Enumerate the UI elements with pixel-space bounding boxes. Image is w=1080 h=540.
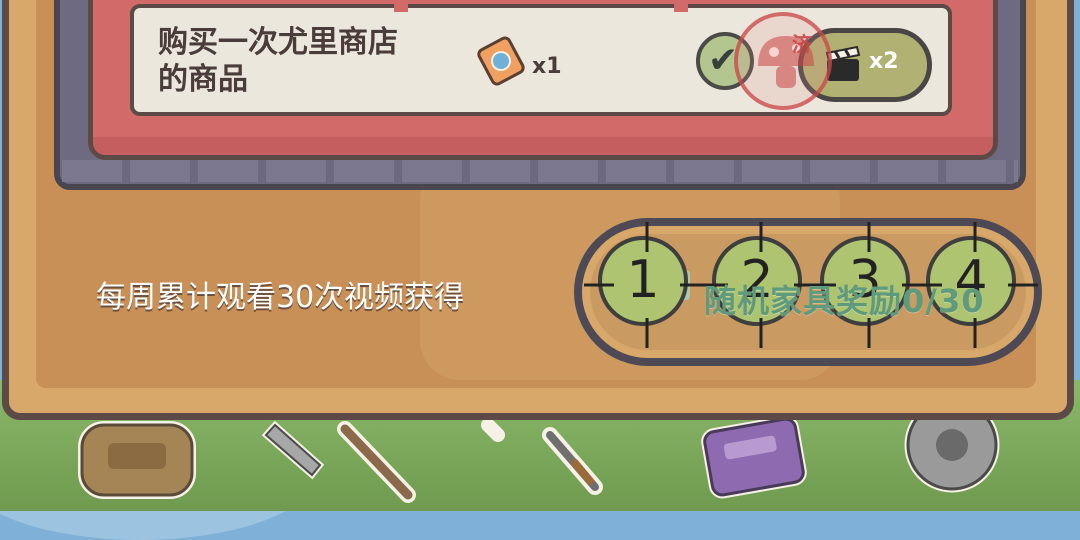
sword-icon[interactable] <box>261 420 325 480</box>
mushroom-stamp-icon: 济 <box>734 12 832 110</box>
task-description-line1: 购买一次尤里商店 <box>158 25 398 60</box>
stamp-char: 济 <box>792 32 812 56</box>
task-row-notch <box>394 4 408 12</box>
backpack-icon[interactable] <box>78 421 196 499</box>
task-row-notch <box>674 4 688 12</box>
weekly-reward-progress: 随机家具奖励0/30 <box>704 282 985 320</box>
ad-reward-count: x2 <box>869 49 899 74</box>
wrench-icon[interactable] <box>481 418 603 495</box>
task-row: 购买一次尤里商店 的商品 x1 ✔ x2 济 <box>130 4 952 116</box>
reward-count: x1 <box>532 54 562 79</box>
ticket-icon <box>477 36 525 86</box>
milestone-number: 1 <box>626 250 660 310</box>
task-description: 购买一次尤里商店 的商品 <box>158 24 468 98</box>
stick-icon[interactable] <box>337 421 416 503</box>
purple-book-icon[interactable] <box>701 415 807 499</box>
weekly-goal-label: 每周累计观看30次视频获得 <box>96 280 465 315</box>
task-description-line2: 的商品 <box>158 62 248 97</box>
task-list-frame-rail <box>62 160 1018 182</box>
milestone-1[interactable]: 1 <box>584 222 710 348</box>
